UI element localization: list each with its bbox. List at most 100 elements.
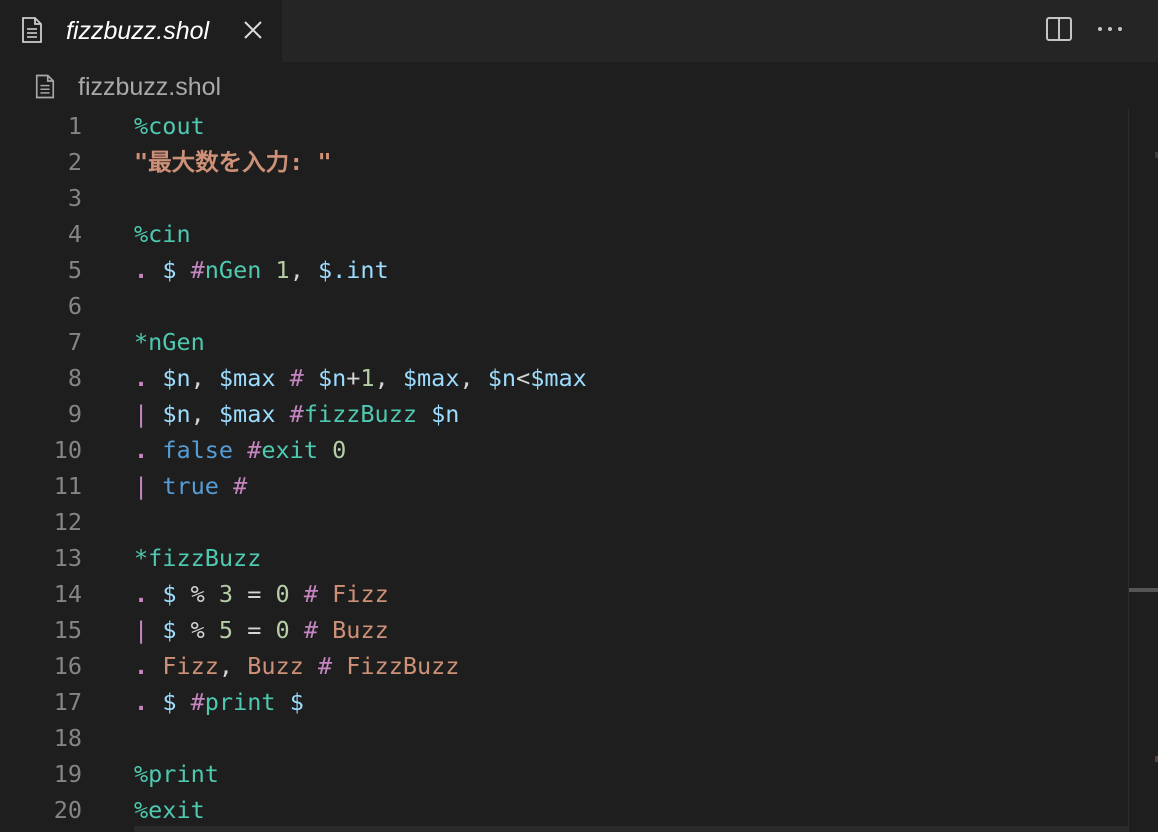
code-token: false bbox=[162, 436, 234, 464]
code-token: , bbox=[459, 364, 488, 392]
code-token: < bbox=[516, 364, 531, 392]
line-number: 4 bbox=[67, 220, 82, 248]
code-text: *nGen bbox=[134, 324, 205, 360]
line-number: 6 bbox=[67, 292, 82, 320]
code-token: $n bbox=[431, 400, 460, 428]
code-token: $max bbox=[402, 364, 460, 392]
code-token: , bbox=[190, 400, 219, 428]
code-line[interactable]: 13 *fizzBuzz bbox=[0, 540, 1128, 576]
code-token: . bbox=[134, 364, 149, 392]
code-token: # bbox=[247, 436, 262, 464]
code-token: | bbox=[134, 472, 149, 500]
code-token: nGen bbox=[204, 256, 262, 284]
code-token: print bbox=[204, 688, 276, 716]
code-line[interactable]: 20 %exit bbox=[0, 792, 1128, 828]
code-token: % bbox=[134, 112, 149, 140]
code-token: true bbox=[162, 472, 219, 500]
code-text: %exit bbox=[134, 792, 205, 828]
file-icon bbox=[35, 74, 55, 99]
line-number: 9 bbox=[67, 400, 82, 428]
code-token: $max bbox=[530, 364, 587, 392]
breadcrumb-file[interactable]: fizzbuzz.shol bbox=[78, 72, 221, 102]
code-token: | bbox=[134, 616, 149, 644]
code-token: Buzz bbox=[247, 652, 304, 680]
line-number: 16 bbox=[53, 652, 82, 680]
code-editor[interactable]: 1 %cout 2 "最大数を入力: " 3 4 %cin 5. $ #nGen 1, $.i… bbox=[0, 108, 1128, 832]
code-line[interactable]: 17 . $ #print $ bbox=[0, 684, 1128, 720]
code-token: , bbox=[218, 652, 248, 680]
code-token: % bbox=[176, 580, 219, 608]
split-editor-icon[interactable] bbox=[1045, 15, 1073, 43]
code-token: exit bbox=[261, 436, 318, 464]
line-number: 17 bbox=[53, 688, 82, 716]
line-number: 11 bbox=[53, 472, 82, 500]
code-line[interactable]: 3 bbox=[0, 180, 1128, 216]
code-line[interactable]: 6 bbox=[0, 288, 1128, 324]
tab-fizzbuzz[interactable]: fizzbuzz.shol bbox=[0, 0, 282, 62]
breadcrumb: fizzbuzz.shol bbox=[0, 62, 1158, 110]
horizontal-scrollbar[interactable] bbox=[134, 826, 1128, 832]
code-token: % bbox=[176, 616, 219, 644]
code-token: fizzBuzz bbox=[303, 400, 417, 428]
file-icon bbox=[22, 17, 42, 43]
code-token: # bbox=[303, 580, 318, 608]
code-token: $ bbox=[289, 688, 304, 716]
more-actions-icon[interactable] bbox=[1096, 17, 1124, 41]
line-number: 3 bbox=[67, 184, 82, 212]
code-text: %cin bbox=[134, 216, 191, 252]
vertical-scrollbar[interactable] bbox=[1128, 108, 1158, 832]
code-text: | true # bbox=[134, 468, 247, 504]
code-line[interactable]: 2 "最大数を入力: " bbox=[0, 144, 1128, 180]
code-token: % bbox=[134, 760, 149, 788]
code-line[interactable]: 15 | $ % 5 = 0 # Buzz bbox=[0, 612, 1128, 648]
code-line[interactable]: 16. Fizz, Buzz # FizzBuzz bbox=[0, 648, 1128, 684]
close-icon[interactable] bbox=[242, 19, 264, 41]
code-line[interactable]: 10 . false #exit 0 bbox=[0, 432, 1128, 468]
code-text: . $ #print $ bbox=[134, 684, 304, 720]
code-line[interactable]: 4 %cin bbox=[0, 216, 1128, 252]
code-token: , bbox=[289, 256, 318, 284]
code-token: , bbox=[374, 364, 403, 392]
code-token: $n bbox=[162, 364, 191, 392]
code-line[interactable]: 11 | true # bbox=[0, 468, 1128, 504]
code-text: %cout bbox=[134, 108, 205, 144]
line-number: 7 bbox=[67, 328, 82, 356]
code-line[interactable]: 7 *nGen bbox=[0, 324, 1128, 360]
code-line[interactable]: 14. $ % 3 = 0 # Fizz bbox=[0, 576, 1128, 612]
code-token: $ bbox=[162, 256, 177, 284]
code-line[interactable]: 12 bbox=[0, 504, 1128, 540]
code-text: . false #exit 0 bbox=[134, 432, 346, 468]
code-token: $n bbox=[162, 400, 191, 428]
code-line[interactable]: 19 %print bbox=[0, 756, 1128, 792]
line-number: 18 bbox=[53, 724, 82, 752]
code-token: print bbox=[148, 760, 219, 788]
code-line[interactable]: 18 bbox=[0, 720, 1128, 756]
code-token: FizzBuzz bbox=[346, 652, 460, 680]
code-line[interactable]: 9 | $n, $max #fizzBuzz $n bbox=[0, 396, 1128, 432]
code-token: . bbox=[134, 436, 149, 464]
code-token: 3 bbox=[218, 580, 234, 608]
code-token: $max bbox=[218, 364, 276, 392]
code-token: cin bbox=[148, 220, 191, 248]
code-line[interactable]: 1 %cout bbox=[0, 108, 1128, 144]
code-line[interactable]: 8. $n, $max # $n+1, $max, $n<$max bbox=[0, 360, 1128, 396]
code-token: % bbox=[134, 796, 149, 824]
line-number: 10 bbox=[53, 436, 82, 464]
code-token: . bbox=[134, 580, 149, 608]
line-number: 20 bbox=[53, 796, 82, 824]
code-token: , bbox=[190, 364, 219, 392]
code-token: fizzBuzz bbox=[148, 544, 262, 572]
code-line[interactable]: 5. $ #nGen 1, $.int bbox=[0, 252, 1128, 288]
code-token: nGen bbox=[148, 328, 205, 356]
